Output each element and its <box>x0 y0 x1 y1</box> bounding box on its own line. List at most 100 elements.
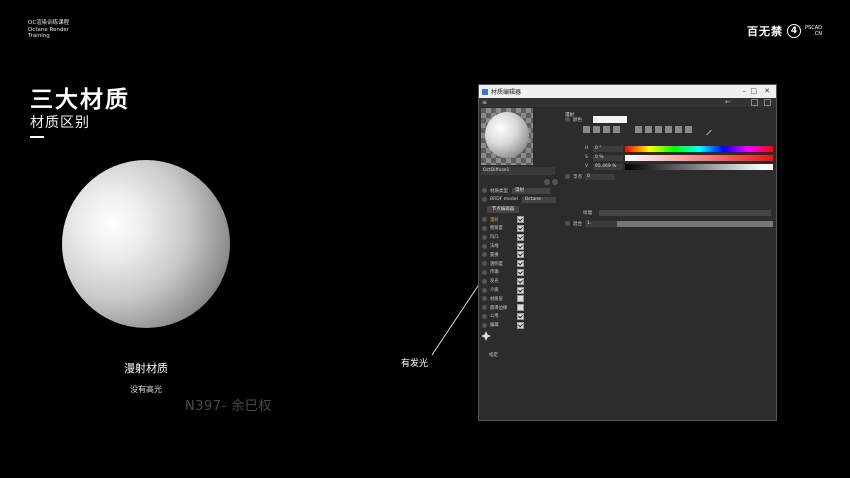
channel-dot-icon[interactable] <box>482 278 487 284</box>
assign-icon[interactable] <box>480 330 492 342</box>
value-slider[interactable] <box>625 164 765 170</box>
channel-row[interactable]: 材质层 <box>482 295 524 303</box>
window-titlebar[interactable]: 材质编辑器 – □ ✕ <box>479 85 776 98</box>
channel-label[interactable]: 编辑 <box>490 322 517 328</box>
channel-checkbox[interactable] <box>517 321 524 329</box>
eyedropper-icon[interactable] <box>701 124 712 136</box>
back-arrow-icon[interactable]: ← <box>725 98 731 106</box>
window-title: 材质编辑器 <box>491 89 522 96</box>
channel-label[interactable]: 置换 <box>490 252 517 258</box>
channel-checkbox[interactable] <box>517 224 524 232</box>
channel-dot-icon[interactable] <box>482 261 487 267</box>
kelvin-icon[interactable] <box>655 126 662 133</box>
float-anim-dot-icon[interactable] <box>565 174 570 179</box>
channel-label[interactable]: 法线 <box>490 243 517 249</box>
channel-row[interactable]: 介质 <box>482 286 524 294</box>
maximize-icon[interactable]: □ <box>750 87 757 95</box>
channel-dot-icon[interactable] <box>482 225 487 231</box>
color-mode-toolbar <box>583 124 712 136</box>
anim-dot-icon[interactable] <box>482 197 487 202</box>
channel-checkbox[interactable] <box>517 251 524 259</box>
channel-checkbox[interactable] <box>517 277 524 285</box>
float-field[interactable]: 0 <box>585 174 615 180</box>
brdf-dropdown[interactable]: Octane <box>521 196 556 203</box>
channel-label[interactable]: 发光 <box>490 278 517 284</box>
channel-dot-icon[interactable] <box>482 252 487 258</box>
node-editor-button[interactable]: 节点编辑器 <box>487 206 519 213</box>
mix-slider[interactable] <box>617 221 773 227</box>
picker-icon[interactable] <box>603 126 610 133</box>
hex-icon[interactable] <box>665 126 672 133</box>
preview-option-icon[interactable] <box>544 179 550 185</box>
channel-row[interactable]: 圆滑边缘 <box>482 304 524 312</box>
channel-row[interactable]: 公用 <box>482 312 524 320</box>
channel-row[interactable]: 发光 <box>482 277 524 285</box>
lock-icon[interactable] <box>751 99 758 106</box>
color-wheel-icon[interactable] <box>583 126 590 133</box>
channel-dot-icon[interactable] <box>482 243 487 249</box>
v-field[interactable]: 95.469 % <box>593 164 623 170</box>
value-slider-knob[interactable] <box>765 164 773 170</box>
preview-refresh-icon[interactable] <box>552 179 558 185</box>
channel-label[interactable]: 公用 <box>490 313 517 319</box>
hamburger-icon[interactable]: ≡ <box>482 99 487 106</box>
channel-dot-icon[interactable] <box>482 322 487 328</box>
channel-row[interactable]: 传输 <box>482 268 524 276</box>
anim-dot-icon[interactable] <box>482 188 487 193</box>
channel-checkbox[interactable] <box>517 312 524 320</box>
channel-checkbox[interactable] <box>517 233 524 241</box>
material-editor-window[interactable]: 材质编辑器 – □ ✕ ≡ ← OctDiffuse1 材质类型 漫射 BRDF… <box>478 84 777 421</box>
mixer-icon[interactable] <box>613 126 620 133</box>
s-field[interactable]: 0 % <box>593 155 623 161</box>
channel-label[interactable]: 漫射 <box>490 217 517 223</box>
mix-field[interactable]: 1. <box>585 221 617 227</box>
channel-dot-icon[interactable] <box>482 217 487 223</box>
close-icon[interactable]: ✕ <box>764 87 770 95</box>
channel-dot-icon[interactable] <box>482 234 487 240</box>
channel-dot-icon[interactable] <box>482 287 487 293</box>
material-name-field[interactable]: OctDiffuse1 <box>481 167 555 175</box>
channel-row[interactable]: 粗糙度 <box>482 224 524 232</box>
mix-anim-dot-icon[interactable] <box>565 221 570 226</box>
channel-label[interactable]: 透明度 <box>490 261 517 267</box>
channel-row[interactable]: 法线 <box>482 242 524 250</box>
channel-label[interactable]: 材质层 <box>490 296 517 302</box>
rgb-icon[interactable] <box>635 126 642 133</box>
channel-checkbox[interactable] <box>517 260 524 268</box>
channel-dot-icon[interactable] <box>482 296 487 302</box>
channel-row[interactable]: 编辑 <box>482 321 524 329</box>
channel-row[interactable]: 凹凸 <box>482 233 524 241</box>
channel-row[interactable]: 置换 <box>482 251 524 259</box>
texture-label: 纹理 <box>583 211 592 216</box>
h-label: H <box>585 146 589 151</box>
channel-dot-icon[interactable] <box>482 313 487 319</box>
channel-row[interactable]: 透明度 <box>482 260 524 268</box>
channel-label[interactable]: 传输 <box>490 269 517 275</box>
channel-checkbox[interactable] <box>517 216 524 224</box>
channel-label[interactable]: 介质 <box>490 287 517 293</box>
channel-label[interactable]: 粗糙度 <box>490 225 517 231</box>
h-field[interactable]: 0 ° <box>593 146 623 152</box>
color-swatch[interactable] <box>593 116 627 123</box>
sample-icon[interactable] <box>685 126 692 133</box>
channel-dot-icon[interactable] <box>482 305 487 311</box>
material-type-dropdown[interactable]: 漫射 <box>512 187 550 194</box>
hsv-icon[interactable] <box>645 126 652 133</box>
expand-icon[interactable] <box>764 99 771 106</box>
channel-dot-icon[interactable] <box>482 269 487 275</box>
channel-label[interactable]: 凹凸 <box>490 234 517 240</box>
channel-checkbox[interactable] <box>517 242 524 250</box>
channel-checkbox[interactable] <box>517 268 524 276</box>
hue-slider[interactable] <box>625 146 773 152</box>
channel-row[interactable]: 漫射 <box>482 216 524 224</box>
spectrum-icon[interactable] <box>593 126 600 133</box>
texture-slot[interactable] <box>599 210 771 216</box>
channel-checkbox[interactable] <box>517 304 524 312</box>
minimize-icon[interactable]: – <box>743 87 747 95</box>
float-icon[interactable] <box>675 126 682 133</box>
channel-checkbox[interactable] <box>517 286 524 294</box>
channel-label[interactable]: 圆滑边缘 <box>490 305 517 311</box>
saturation-slider[interactable] <box>625 155 773 161</box>
channel-checkbox[interactable] <box>517 295 524 303</box>
color-anim-dot-icon[interactable] <box>565 117 570 122</box>
